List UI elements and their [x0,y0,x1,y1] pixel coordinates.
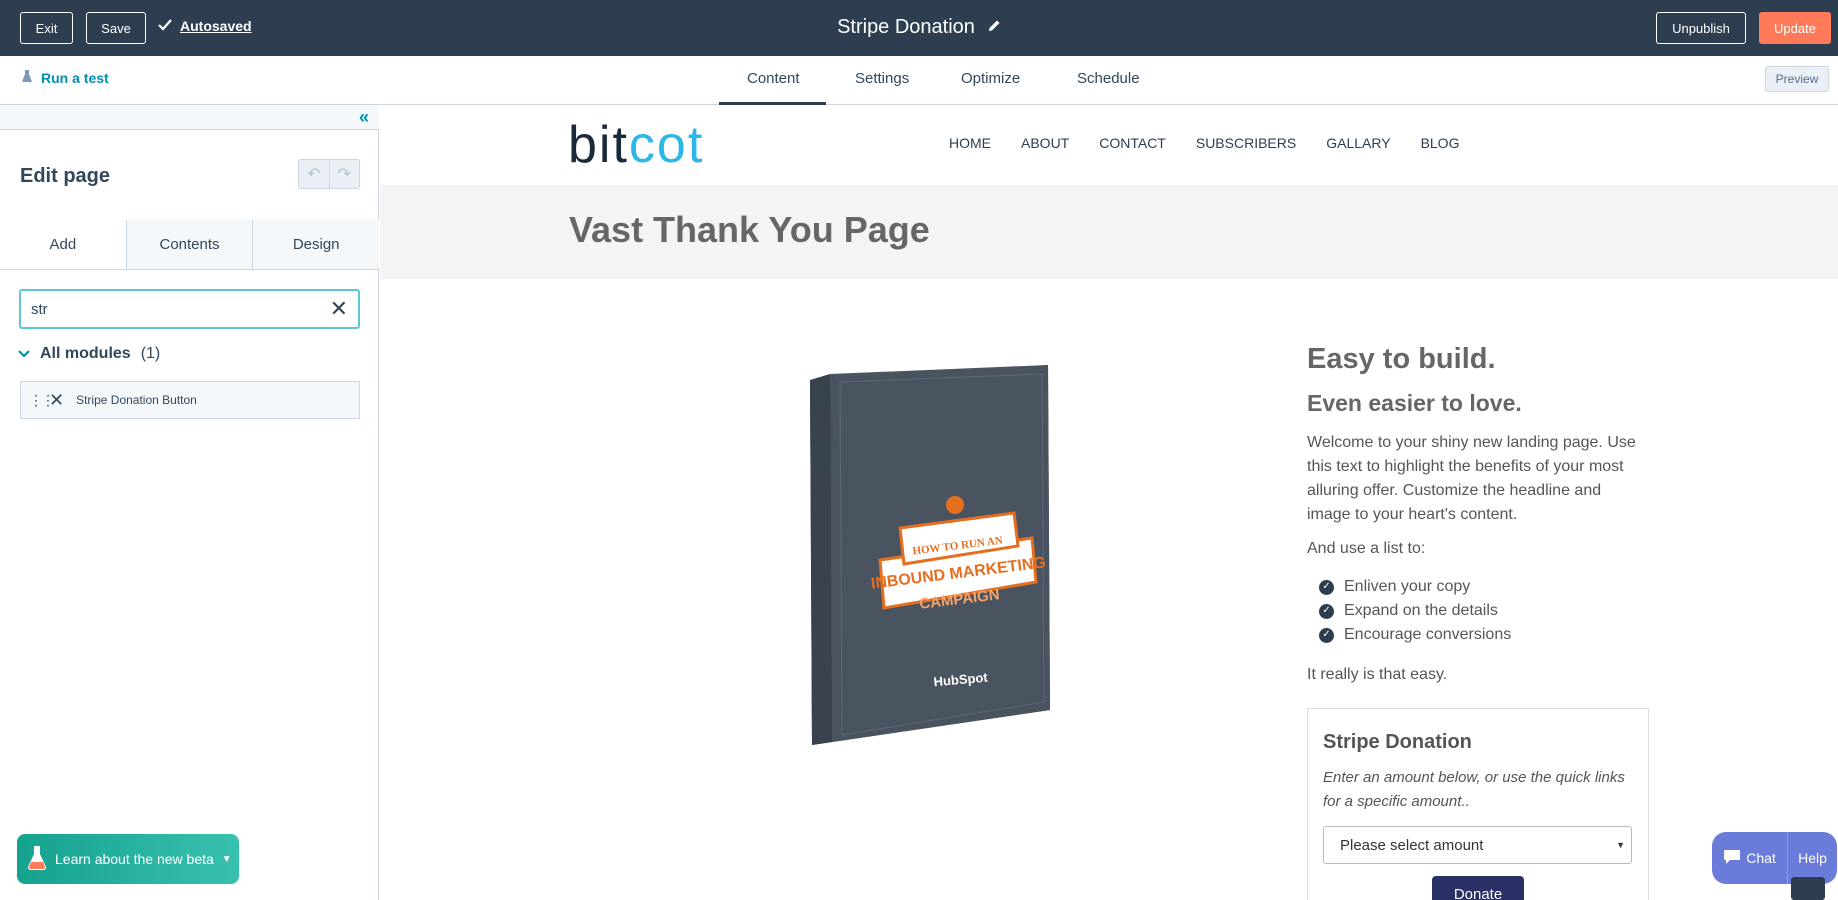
closing-paragraph: It really is that easy. [1307,666,1448,683]
redo-icon[interactable]: ↷ [330,160,360,188]
page-preview-canvas: bitcot HOME ABOUT CONTACT SUBSCRIBERS GA… [380,105,1838,900]
check-icon [158,18,172,34]
tab-content[interactable]: Content [747,70,800,87]
edit-page-title: Edit page [20,165,111,187]
nav-item-subscribers[interactable]: SUBSCRIBERS [1196,135,1296,151]
tab-optimize[interactable]: Optimize [961,70,1020,87]
undo-icon[interactable]: ↶ [299,160,330,188]
beta-info-button[interactable]: Learn about the new beta ▼ [17,834,239,884]
nav-item-home[interactable]: HOME [949,135,991,151]
edit-sidebar: « Edit page ↶ ↷ Add Contents Design str … [0,105,380,900]
select-caret-icon: ▼ [1616,840,1625,850]
search-value: str [31,300,48,318]
intro-paragraph: Welcome to your shiny new landing page. … [1307,434,1636,523]
chat-button[interactable]: Chat [1712,832,1788,884]
editor-tabs-bar: Run a test Content Settings Optimize Sch… [0,56,1838,105]
sidebar-collapse-bar: « [0,105,379,130]
hero-title: Vast Thank You Page [569,209,930,250]
check-circle-icon: ✓ [1319,627,1334,643]
sidebar-tab-add[interactable]: Add [0,220,126,269]
top-toolbar: Exit Save Autosaved Stripe Donation Unpu… [0,0,1838,56]
check-circle-icon: ✓ [1319,579,1334,595]
save-button[interactable]: Save [86,12,146,44]
module-stripe-donation-button[interactable]: ⋮⋮ ✕ Stripe Donation Button [20,381,360,419]
list-item-text: Expand on the details [1344,602,1498,619]
chat-bubble-icon [1723,849,1741,868]
logo-part-1: bit [568,116,629,174]
site-logo[interactable]: bitcot [568,115,704,175]
undo-redo-group: ↶ ↷ [298,159,360,189]
heading-easy-to-build: Easy to build. [1307,343,1496,375]
tools-icon: ✕ [49,389,65,410]
donate-button[interactable]: Donate [1432,876,1524,900]
nav-item-contact[interactable]: CONTACT [1099,135,1166,151]
stripe-title: Stripe Donation [1323,731,1472,753]
stripe-description: Enter an amount below, or use the quick … [1323,769,1625,810]
all-modules-group-toggle[interactable]: All modules (1) [18,345,160,363]
sidebar-tab-contents[interactable]: Contents [125,220,253,269]
right-content-column: Easy to build. Even easier to love. Welc… [1307,343,1647,697]
exit-button[interactable]: Exit [20,12,73,44]
feature-list: ✓ Enliven your copy ✓ Expand on the detail… [1307,575,1647,647]
page-title[interactable]: Stripe Donation [837,16,975,39]
ebook-cover-image[interactable]: HOW TO RUN AN INBOUND MARKETING CAMPAIGN… [800,350,1060,765]
group-label: All modules [40,345,131,362]
amount-select[interactable]: Please select amount ▼ [1323,826,1632,864]
tab-schedule[interactable]: Schedule [1077,70,1140,87]
nav-item-blog[interactable]: BLOG [1421,135,1460,151]
list-item-text: Encourage conversions [1344,626,1512,643]
flask-icon [27,845,47,874]
nav-item-gallary[interactable]: GALLARY [1326,135,1390,151]
check-circle-icon: ✓ [1319,603,1334,619]
site-nav: HOME ABOUT CONTACT SUBSCRIBERS GALLARY B… [949,135,1459,151]
run-test-label: Run a test [41,70,109,86]
run-test-link[interactable]: Run a test [22,70,109,86]
list-item-text: Enliven your copy [1344,578,1471,595]
chat-label: Chat [1746,850,1776,866]
scroll-control[interactable] [1791,877,1825,900]
heading-easier-to-love: Even easier to love. [1307,390,1522,416]
chevron-down-icon [18,345,30,363]
amount-select-value: Please select amount [1340,836,1484,854]
sidebar-tab-design[interactable]: Design [252,220,380,269]
sidebar-tabs: Add Contents Design [0,220,380,270]
drag-handle-icon[interactable]: ⋮⋮ [29,392,55,409]
clear-search-icon[interactable]: ✕ [330,296,348,322]
unpublish-button[interactable]: Unpublish [1656,12,1746,44]
update-button[interactable]: Update [1759,12,1831,44]
preview-button[interactable]: Preview [1765,66,1829,92]
stripe-donation-module[interactable]: Stripe Donation Enter an amount below, o… [1307,708,1649,900]
module-label: Stripe Donation Button [76,393,197,407]
list-item: ✓ Expand on the details [1319,599,1647,623]
double-chevron-left-icon[interactable]: « [359,107,369,128]
list-intro: And use a list to: [1307,540,1426,557]
autosaved-status[interactable]: Autosaved [158,18,252,34]
autosaved-label: Autosaved [180,18,252,34]
tab-settings[interactable]: Settings [855,70,909,87]
page-title-area: Stripe Donation [0,16,1838,39]
list-item: ✓ Enliven your copy [1319,575,1647,599]
beta-label: Learn about the new beta [55,851,214,867]
group-count: (1) [140,345,161,362]
nav-item-about[interactable]: ABOUT [1021,135,1069,151]
caret-down-icon: ▼ [221,853,232,865]
pencil-icon[interactable] [987,16,1001,39]
flask-icon [22,70,32,86]
list-item: ✓ Encourage conversions [1319,623,1647,647]
logo-part-2: cot [628,116,705,174]
hero-banner[interactable]: Vast Thank You Page [380,185,1838,279]
module-search-input[interactable]: str ✕ [19,289,360,329]
